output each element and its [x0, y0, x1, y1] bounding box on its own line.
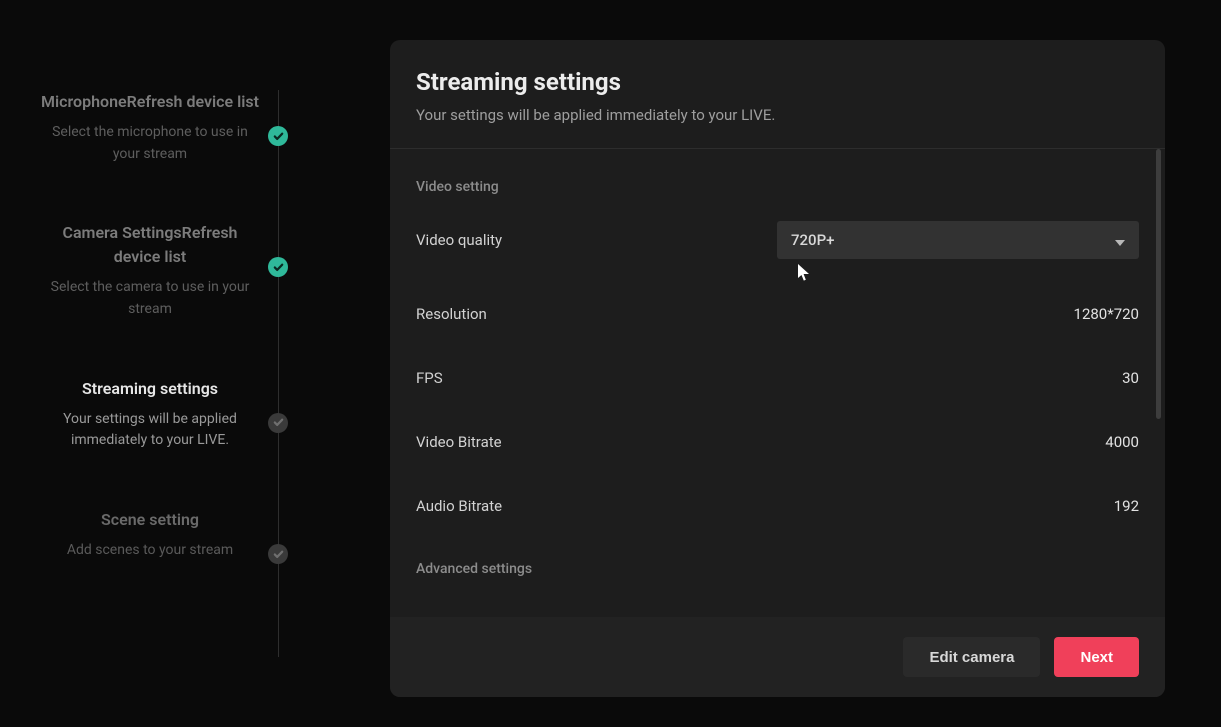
panel-footer: Edit camera Next	[390, 617, 1165, 697]
video-quality-label: Video quality	[416, 231, 502, 249]
audio-bitrate-label: Audio Bitrate	[416, 497, 502, 515]
step-title: Scene setting	[40, 508, 260, 532]
row-fps: FPS 30	[416, 369, 1139, 387]
panel-body[interactable]: Video setting Video quality 720P+ Resolu…	[390, 149, 1165, 617]
section-advanced-settings: Advanced settings	[416, 561, 1139, 577]
panel-header: Streaming settings Your settings will be…	[390, 40, 1165, 149]
check-icon	[268, 544, 288, 564]
check-icon	[268, 126, 288, 146]
step-title: MicrophoneRefresh device list	[40, 90, 260, 114]
step-desc: Add scenes to your stream	[40, 540, 260, 562]
step-title: Camera SettingsRefresh device list	[40, 221, 260, 269]
step-desc: Select the microphone to use in your str…	[40, 122, 260, 165]
video-bitrate-value: 4000	[1105, 433, 1139, 451]
section-video-setting: Video setting	[416, 179, 1139, 195]
step-streaming-settings[interactable]: Streaming settings Your settings will be…	[30, 377, 310, 452]
check-icon	[268, 413, 288, 433]
row-audio-bitrate: Audio Bitrate 192	[416, 497, 1139, 515]
video-quality-select[interactable]: 720P+	[777, 221, 1139, 259]
edit-camera-button[interactable]: Edit camera	[903, 637, 1040, 677]
check-icon	[268, 257, 288, 277]
fps-value: 30	[1122, 369, 1139, 387]
video-bitrate-label: Video Bitrate	[416, 433, 502, 451]
panel-subtitle: Your settings will be applied immediatel…	[416, 106, 1139, 124]
audio-bitrate-value: 192	[1114, 497, 1139, 515]
stepper-line	[278, 90, 279, 657]
next-button[interactable]: Next	[1054, 637, 1139, 677]
scrollbar-thumb[interactable]	[1156, 149, 1161, 419]
step-desc: Select the camera to use in your stream	[40, 277, 260, 320]
resolution-value: 1280*720	[1074, 305, 1139, 323]
setup-stepper: MicrophoneRefresh device list Select the…	[30, 40, 310, 697]
row-resolution: Resolution 1280*720	[416, 305, 1139, 323]
fps-label: FPS	[416, 369, 443, 387]
video-quality-value: 720P+	[791, 231, 834, 249]
panel-title: Streaming settings	[416, 68, 1139, 96]
settings-panel: Streaming settings Your settings will be…	[390, 40, 1165, 697]
resolution-label: Resolution	[416, 305, 487, 323]
step-microphone[interactable]: MicrophoneRefresh device list Select the…	[30, 90, 310, 165]
step-title: Streaming settings	[40, 377, 260, 401]
chevron-down-icon	[1115, 231, 1125, 250]
step-desc: Your settings will be applied immediatel…	[40, 409, 260, 452]
row-video-quality: Video quality 720P+	[416, 221, 1139, 259]
row-video-bitrate: Video Bitrate 4000	[416, 433, 1139, 451]
step-scene-setting[interactable]: Scene setting Add scenes to your stream	[30, 508, 310, 562]
step-camera[interactable]: Camera SettingsRefresh device list Selec…	[30, 221, 310, 320]
